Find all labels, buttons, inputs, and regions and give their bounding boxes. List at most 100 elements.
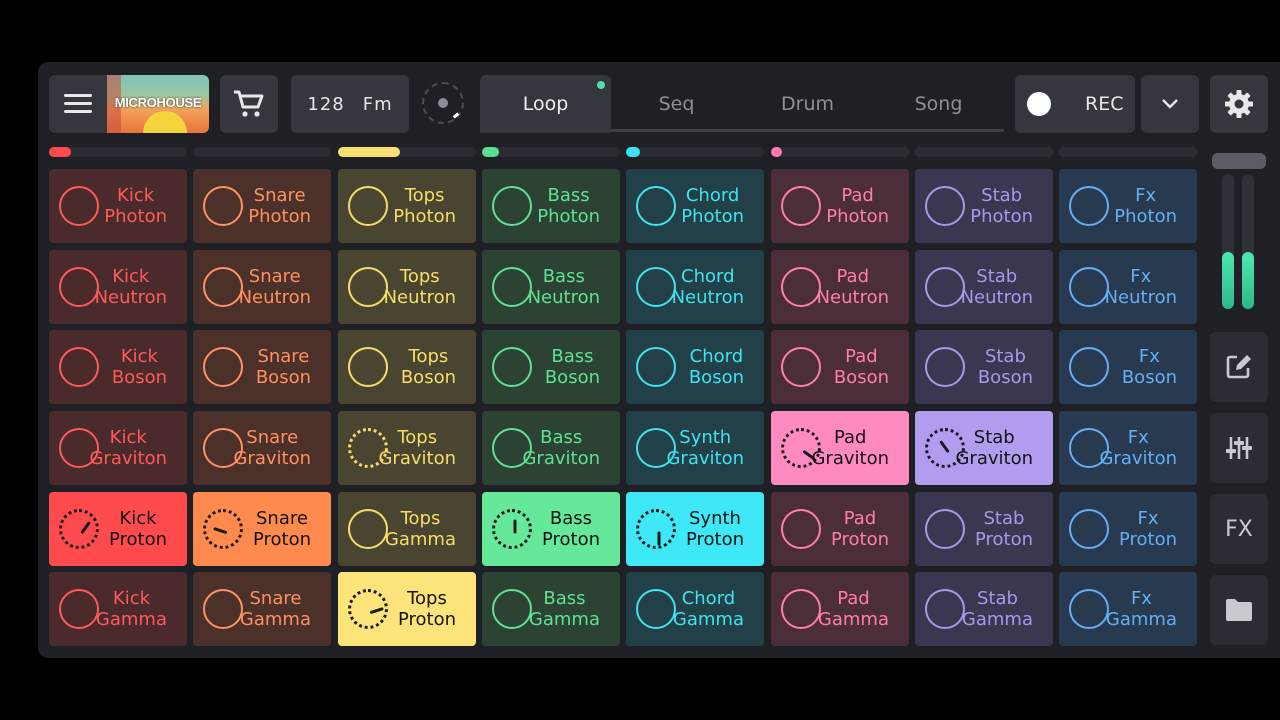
settings-button[interactable] xyxy=(1210,75,1268,133)
loop-pad[interactable]: Bass Photon xyxy=(482,169,620,243)
loop-pad[interactable]: Stab Neutron xyxy=(915,250,1053,324)
loop-pad[interactable]: Snare Neutron xyxy=(193,250,331,324)
loop-pad[interactable]: Kick Boson xyxy=(49,330,187,404)
pad-ring-icon xyxy=(203,347,243,387)
loop-pad[interactable]: Bass Graviton xyxy=(482,411,620,485)
chevron-down-icon xyxy=(1162,99,1178,109)
pad-instrument: Snare xyxy=(249,588,302,609)
loop-pad[interactable]: Tops Neutron xyxy=(338,250,476,324)
loop-pad[interactable]: Kick Graviton xyxy=(49,411,187,485)
loop-pad[interactable]: Fx Graviton xyxy=(1059,411,1197,485)
loop-pad[interactable]: Fx Neutron xyxy=(1059,250,1197,324)
loop-pad[interactable]: Synth Proton xyxy=(626,492,764,566)
volume-meter-right[interactable] xyxy=(1242,174,1254,309)
loop-pad[interactable]: Stab Proton xyxy=(915,492,1053,566)
tab-label: Loop xyxy=(522,93,569,115)
tab-drum[interactable]: Drum xyxy=(742,75,873,133)
record-options-button[interactable] xyxy=(1141,75,1199,133)
loop-pad[interactable]: Kick Gamma xyxy=(49,572,187,646)
loop-pad[interactable]: Snare Proton xyxy=(193,492,331,566)
pad-ring-icon xyxy=(59,347,99,387)
pad-ring-icon xyxy=(781,267,821,307)
pad-ring-icon xyxy=(1069,509,1109,549)
loop-pad[interactable]: Snare Gamma xyxy=(193,572,331,646)
playback-progress-icon xyxy=(348,589,388,629)
loop-pad[interactable]: Stab Photon xyxy=(915,169,1053,243)
loop-pad[interactable]: Snare Graviton xyxy=(193,411,331,485)
shop-button[interactable] xyxy=(220,75,278,133)
loop-pad[interactable]: Fx Boson xyxy=(1059,330,1197,404)
pad-sample: Boson xyxy=(688,367,744,388)
loop-pad[interactable]: Chord Photon xyxy=(626,169,764,243)
volume-meter-left[interactable] xyxy=(1222,174,1234,309)
loop-pad[interactable]: Tops Boson xyxy=(338,330,476,404)
loop-pad[interactable]: Bass Gamma xyxy=(482,572,620,646)
loop-pad[interactable]: Pad Graviton xyxy=(771,411,909,485)
pad-label: Kick Photon xyxy=(104,185,167,227)
loop-pad[interactable]: Tops Graviton xyxy=(338,411,476,485)
pad-label: Pad Neutron xyxy=(817,266,889,308)
loop-pad[interactable]: Kick Neutron xyxy=(49,250,187,324)
pad-instrument: Snare xyxy=(253,185,306,206)
playhead-hand xyxy=(939,440,950,454)
loop-pad[interactable]: Tops Photon xyxy=(338,169,476,243)
loop-pad[interactable]: Stab Boson xyxy=(915,330,1053,404)
pad-sample: Graviton xyxy=(378,448,456,469)
pad-label: Tops Neutron xyxy=(384,266,456,308)
tab-loop[interactable]: Loop xyxy=(480,75,611,133)
loop-pad[interactable]: Synth Graviton xyxy=(626,411,764,485)
menu-button[interactable] xyxy=(49,75,107,133)
loop-pad[interactable]: Stab Graviton xyxy=(915,411,1053,485)
pad-instrument: Stab xyxy=(981,185,1023,206)
record-button[interactable]: REC xyxy=(1015,75,1135,133)
edit-button[interactable] xyxy=(1210,332,1268,402)
pad-sample: Photon xyxy=(826,206,889,227)
pad-label: Bass Photon xyxy=(537,185,600,227)
loop-pad[interactable]: Bass Neutron xyxy=(482,250,620,324)
loop-pad[interactable]: Pad Photon xyxy=(771,169,909,243)
pad-instrument: Snare xyxy=(246,427,299,448)
loop-pad[interactable]: Fx Gamma xyxy=(1059,572,1197,646)
loop-pad[interactable]: Pad Neutron xyxy=(771,250,909,324)
loop-pad[interactable]: Bass Proton xyxy=(482,492,620,566)
pad-instrument: Chord xyxy=(681,266,735,287)
loop-pad[interactable]: Fx Photon xyxy=(1059,169,1197,243)
pad-label: Pad Photon xyxy=(826,185,889,227)
pad-sample: Gamma xyxy=(528,609,600,630)
loop-pad[interactable]: Kick Photon xyxy=(49,169,187,243)
mode-tabs: Loop Seq Drum Song xyxy=(480,75,1004,133)
key-value: Fm xyxy=(362,93,393,115)
pad-ring-icon xyxy=(636,589,676,629)
fx-button[interactable]: FX xyxy=(1210,494,1268,564)
loop-pad[interactable]: Pad Gamma xyxy=(771,572,909,646)
pad-sample: Photon xyxy=(1114,206,1177,227)
loop-pad[interactable]: Fx Proton xyxy=(1059,492,1197,566)
tab-seq[interactable]: Seq xyxy=(611,75,742,133)
loop-pad[interactable]: Chord Boson xyxy=(626,330,764,404)
pad-sample: Boson xyxy=(255,367,311,388)
pad-sample: Proton xyxy=(541,529,600,550)
master-volume-handle[interactable] xyxy=(1212,153,1266,169)
loop-pad[interactable]: Pad Proton xyxy=(771,492,909,566)
loop-pad[interactable]: Bass Boson xyxy=(482,330,620,404)
loop-pad[interactable]: Chord Neutron xyxy=(626,250,764,324)
loop-pad[interactable]: Stab Gamma xyxy=(915,572,1053,646)
loop-pad[interactable]: Snare Photon xyxy=(193,169,331,243)
tempo-dial-icon[interactable] xyxy=(422,82,464,124)
pad-sample: Neutron xyxy=(527,287,600,308)
loop-pad[interactable]: Chord Gamma xyxy=(626,572,764,646)
tempo-key-button[interactable]: 128 Fm xyxy=(291,75,409,133)
loop-pad[interactable]: Pad Boson xyxy=(771,330,909,404)
pad-label: Fx Proton xyxy=(1119,508,1177,550)
pack-cover-art[interactable]: MICROHOUSE xyxy=(107,75,209,133)
pad-sample: Neutron xyxy=(94,287,167,308)
pad-label: Stab Photon xyxy=(970,185,1033,227)
loop-pad[interactable]: Snare Boson xyxy=(193,330,331,404)
tab-song[interactable]: Song xyxy=(873,75,1004,133)
mixer-button[interactable] xyxy=(1210,413,1268,483)
loop-pad[interactable]: Tops Proton xyxy=(338,572,476,646)
files-button[interactable] xyxy=(1210,575,1268,645)
loop-pad[interactable]: Tops Gamma xyxy=(338,492,476,566)
loop-pad[interactable]: Kick Proton xyxy=(49,492,187,566)
pad-label: Snare Proton xyxy=(253,508,311,550)
